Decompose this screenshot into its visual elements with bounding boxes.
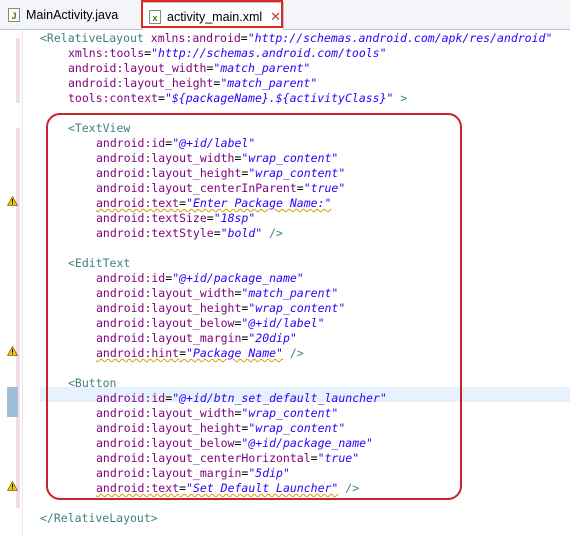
xml-attribute: android:layout_height <box>68 76 214 90</box>
xml-attribute: android:layout_width <box>68 61 207 75</box>
selection-marker <box>7 387 18 417</box>
code-line[interactable]: android:layout_height="match_parent" <box>68 76 317 91</box>
xml-equals: = <box>158 91 165 105</box>
xml-attribute: xmlns:android <box>143 31 241 45</box>
xml-value: "match_parent" <box>220 76 318 90</box>
code-line[interactable]: android:layout_width="match_parent" <box>68 61 310 76</box>
xml-attribute: tools:context <box>68 91 159 105</box>
gutter-divider <box>22 30 23 536</box>
code-highlight-annotation <box>46 113 462 500</box>
code-line[interactable]: </RelativeLayout> <box>40 511 158 526</box>
xml-tag: <RelativeLayout <box>40 31 144 45</box>
tab-main-activity-java[interactable]: J MainActivity.java <box>2 3 138 27</box>
xml-value: "${packageName}.${activityClass}" <box>164 91 394 105</box>
editor-tab-bar: J MainActivity.java x activity_main.xml … <box>0 0 570 30</box>
xml-value: "http://schemas.android.com/apk/res/andr… <box>247 31 553 45</box>
code-line[interactable]: <RelativeLayout xmlns:android="http://sc… <box>40 31 552 46</box>
xml-equals: = <box>240 31 248 45</box>
tab-label: MainActivity.java <box>26 8 119 22</box>
java-file-icon: J <box>8 8 20 22</box>
xml-value: "http://schemas.android.com/tools" <box>151 46 387 60</box>
tab-highlight-annotation <box>141 0 283 28</box>
warning-icon[interactable] <box>7 196 18 206</box>
xml-attribute: xmlns:tools <box>68 46 145 60</box>
code-line[interactable]: xmlns:tools="http://schemas.android.com/… <box>68 46 387 61</box>
change-marker <box>16 38 20 103</box>
xml-value: "match_parent" <box>213 61 311 75</box>
xml-tag-close: > <box>393 91 408 105</box>
warning-icon[interactable] <box>7 346 18 356</box>
change-marker <box>16 128 20 508</box>
code-line[interactable]: tools:context="${packageName}.${activity… <box>68 91 407 106</box>
warning-icon[interactable] <box>7 481 18 491</box>
xml-tag: </RelativeLayout> <box>40 511 158 525</box>
